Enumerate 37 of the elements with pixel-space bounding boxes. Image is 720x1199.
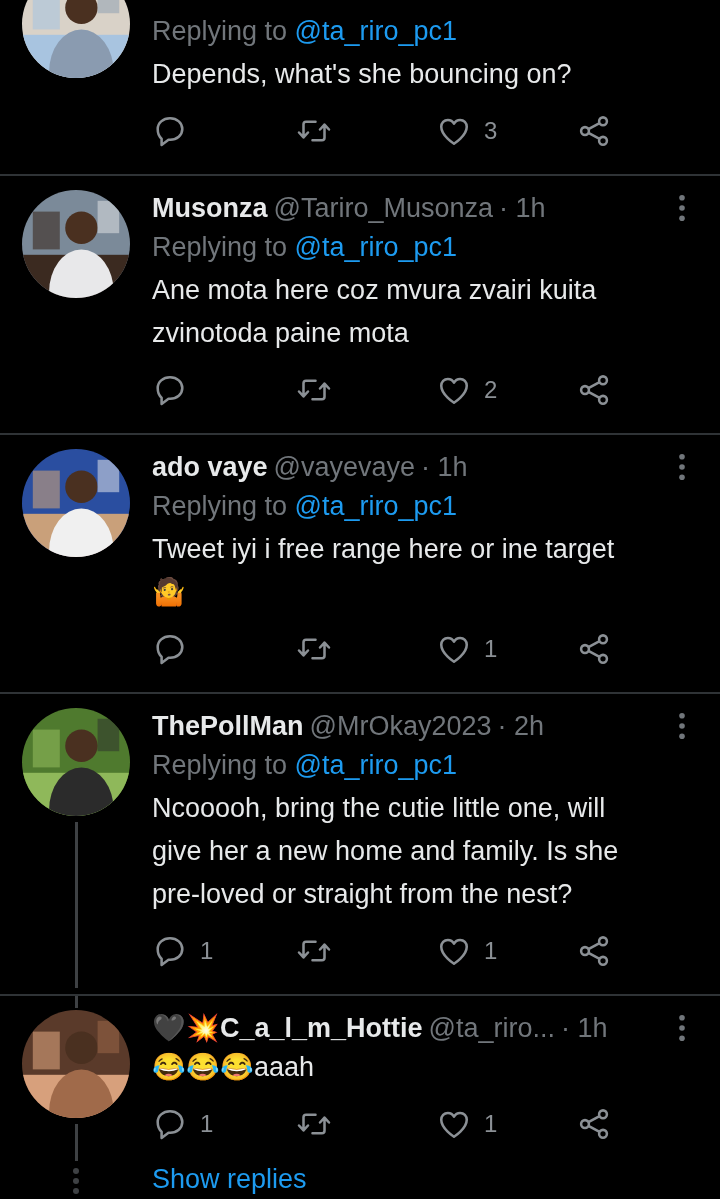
like-count: 3 [484,117,498,145]
like-count: 2 [484,376,498,404]
mention-link[interactable]: @ta_riro_pc1 [294,232,458,262]
like-count: 1 [484,635,498,663]
author-handle[interactable]: @ta_riro... [428,1013,556,1043]
author-name[interactable]: 🖤💥C_a_l_m_Hottie [152,1013,423,1043]
reply-count: 1 [200,937,214,965]
author-handle[interactable]: @vayevaye [273,451,416,482]
author-name[interactable]: ado vaye [152,451,268,482]
author-handle[interactable]: @MrOkay2023 [309,710,492,741]
author-handle[interactable]: @Tariro_Musonza [273,192,493,223]
reply-count: 1 [200,1110,214,1138]
tweet-text: 😂😂😂aaah [152,1051,316,1084]
more-icon[interactable] [678,453,686,481]
tweet-time: · 1h [499,192,546,223]
replying-to-label: Replying to [152,491,289,521]
tweet-text: Ane mota here coz mvura zvairi kuita zvinotoda paine mota [152,274,598,350]
show-replies-link[interactable]: Show replies [152,1159,307,1199]
tweet-time: · 2h [497,710,545,741]
author-name[interactable]: Musonza [152,192,268,223]
mention-link[interactable]: @ta_riro_pc1 [294,16,458,46]
replying-to-label: Replying to [152,16,289,46]
tweet-time: · 1h [561,1013,608,1043]
like-count: 1 [484,1110,498,1138]
replying-to-label: Replying to [152,232,289,262]
author-name[interactable]: ThePollMan [152,710,304,741]
mention-link[interactable]: @ta_riro_pc1 [294,750,458,780]
like-count: 1 [484,937,498,965]
tweet-text: Ncooooh, bring the cutie little one, will give her a new home and family. Is she pre-loved or straight from the nest? [152,792,620,911]
tweet-text: Depends, what's she bouncing on? [152,58,573,91]
more-icon[interactable] [678,194,686,222]
tweet-time: · 1h [421,451,468,482]
more-icon[interactable] [678,712,686,740]
mention-link[interactable]: @ta_riro_pc1 [294,491,458,521]
tweet-text: Tweet iyi i free range here or ine target🤷 [152,533,616,609]
more-icon[interactable] [678,1014,686,1042]
replying-to-label: Replying to [152,750,289,780]
